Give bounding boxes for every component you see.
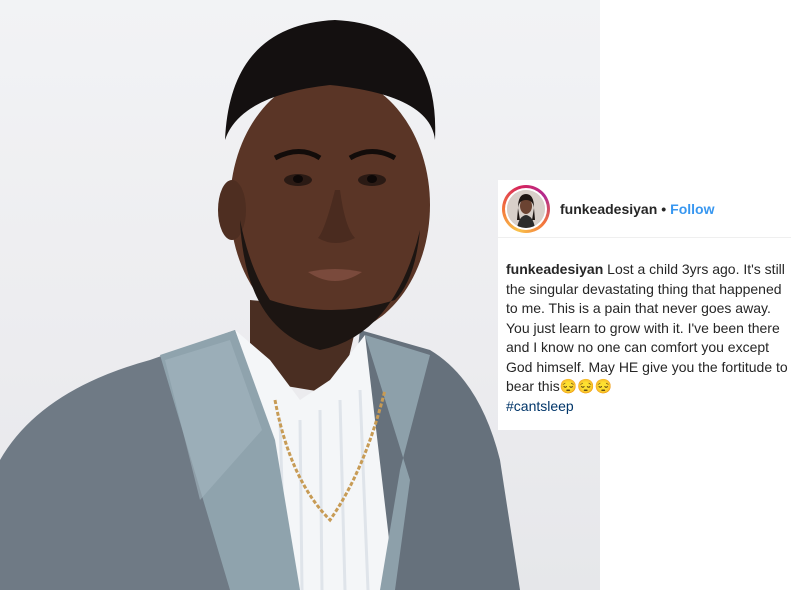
post-header: funkeadesiyan • Follow: [498, 180, 791, 238]
caption-username[interactable]: funkeadesiyan: [506, 261, 603, 277]
separator-dot: •: [661, 201, 667, 217]
hashtag-link[interactable]: #cantsleep: [506, 398, 574, 414]
instagram-post-panel: funkeadesiyan • Follow funkeadesiyan Lost …: [498, 180, 791, 430]
screenshot-canvas: funkeadesiyan • Follow funkeadesiyan Lost …: [0, 0, 793, 590]
post-caption: funkeadesiyan Lost a child 3yrs ago. It'…: [506, 260, 788, 416]
story-ring[interactable]: [502, 185, 550, 233]
follow-button[interactable]: Follow: [670, 201, 714, 217]
profile-photo-icon: [507, 190, 545, 228]
caption-text: Lost a child 3yrs ago. It's still the si…: [506, 261, 788, 394]
post-username[interactable]: funkeadesiyan: [560, 201, 657, 217]
header-line: funkeadesiyan • Follow: [560, 200, 715, 218]
avatar-border: [505, 188, 547, 230]
avatar[interactable]: [507, 190, 545, 228]
